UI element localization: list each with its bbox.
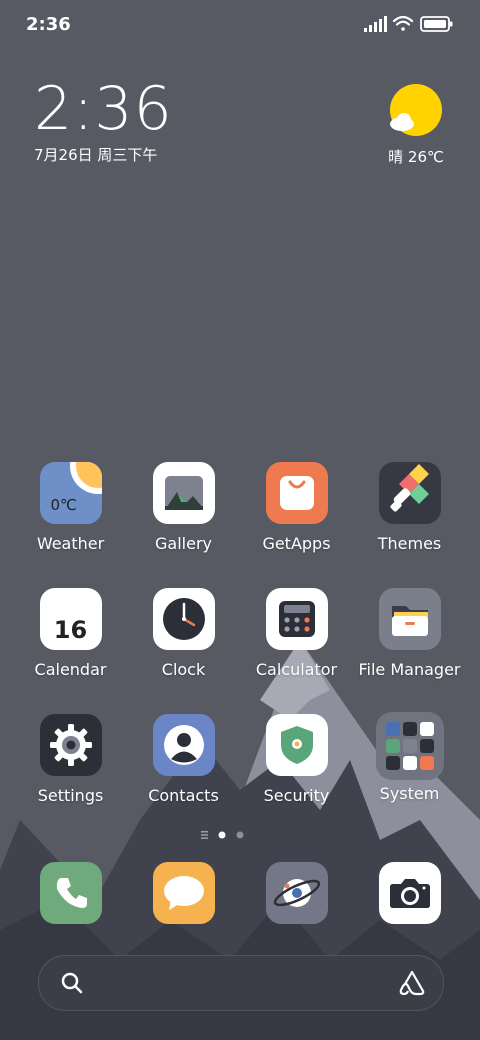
person-icon	[152, 714, 215, 776]
clock-widget[interactable]: 2:36 7月26日 周三下午	[34, 78, 173, 165]
page-dot	[236, 831, 244, 839]
app-getapps[interactable]: GetApps	[240, 462, 353, 553]
planet-icon	[265, 862, 328, 924]
app-label: Gallery	[155, 534, 212, 553]
gallery-icon	[152, 462, 215, 524]
app-label: File Manager	[358, 660, 461, 679]
shopping-bag-icon	[265, 462, 328, 524]
dock-camera[interactable]	[353, 862, 466, 924]
app-label: Security	[263, 786, 330, 805]
weather-widget[interactable]: 晴 26℃	[386, 84, 446, 167]
app-security[interactable]: Security	[240, 714, 353, 805]
folder-icon	[378, 588, 441, 650]
app-calendar[interactable]: 16 Calendar	[14, 588, 127, 679]
weather-summary: 晴 26℃	[388, 148, 444, 166]
camera-icon	[378, 862, 441, 924]
signal-icon	[364, 16, 387, 32]
app-label: GetApps	[262, 534, 331, 553]
calendar-icon-day: 16	[53, 616, 88, 644]
app-label: System	[379, 784, 440, 803]
dock-browser[interactable]	[240, 862, 353, 924]
status-time: 2:36	[26, 14, 71, 35]
message-bubble-icon	[152, 862, 215, 924]
dock-phone[interactable]	[14, 862, 127, 924]
app-gallery[interactable]: Gallery	[127, 462, 240, 553]
assistant-icon[interactable]	[397, 969, 427, 997]
gear-icon	[39, 714, 102, 776]
widget-time: 2:36	[34, 74, 173, 144]
app-label: Clock	[161, 660, 206, 679]
search-bar[interactable]	[38, 955, 444, 1011]
app-file-manager[interactable]: File Manager	[353, 588, 466, 679]
search-icon	[61, 972, 83, 994]
status-bar: 2:36	[0, 0, 480, 50]
app-label: Calculator	[255, 660, 338, 679]
weather-icon: 0℃	[39, 462, 102, 524]
weather-icon-temp: 0℃	[50, 496, 77, 514]
app-label: Themes	[377, 534, 442, 553]
app-label: Weather	[36, 534, 105, 553]
app-clock[interactable]: Clock	[127, 588, 240, 679]
app-weather[interactable]: 0℃ Weather	[14, 462, 127, 553]
app-folder-system[interactable]: System	[353, 712, 466, 803]
app-settings[interactable]: Settings	[14, 714, 127, 805]
app-label: Contacts	[148, 786, 219, 805]
status-icons	[364, 15, 453, 32]
folder-grid-icon	[375, 712, 444, 780]
widget-date: 7月26日 周三下午	[34, 146, 158, 164]
calculator-icon	[265, 588, 328, 650]
clock-icon	[152, 588, 215, 650]
calendar-icon: 16	[39, 588, 102, 650]
app-contacts[interactable]: Contacts	[127, 714, 240, 805]
page-dot-active	[218, 831, 226, 839]
brush-icon	[378, 462, 441, 524]
home-lines-icon	[201, 831, 208, 839]
shield-icon	[265, 714, 328, 776]
app-label: Settings	[37, 786, 104, 805]
dock-messages[interactable]	[127, 862, 240, 924]
app-label: Calendar	[34, 660, 107, 679]
page-indicator[interactable]	[0, 828, 480, 842]
battery-icon	[420, 16, 453, 32]
sunny-icon	[388, 84, 444, 140]
wifi-icon	[392, 15, 414, 31]
app-themes[interactable]: Themes	[353, 462, 466, 553]
app-calculator[interactable]: Calculator	[240, 588, 353, 679]
phone-icon	[39, 862, 102, 924]
